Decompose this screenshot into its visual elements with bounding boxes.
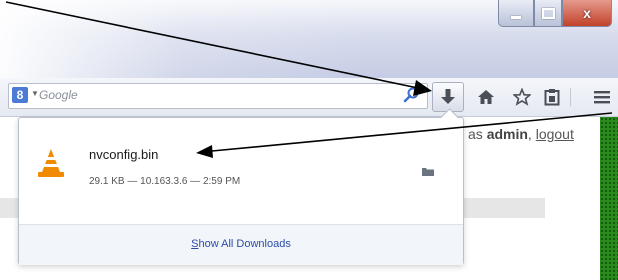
maximize-button[interactable] [534, 0, 562, 27]
hamburger-menu-icon [594, 91, 610, 104]
maximize-icon [541, 7, 555, 19]
page-green-strip [600, 117, 618, 280]
login-separator: , [527, 126, 536, 142]
close-icon: x [583, 5, 591, 21]
show-all-label: how All Downloads [198, 238, 291, 250]
search-go-icon[interactable] [403, 86, 421, 104]
vlc-file-icon [38, 149, 64, 177]
logout-link[interactable]: logout [536, 126, 574, 142]
chevron-down-icon[interactable]: ▼ [31, 89, 39, 98]
show-all-access-key: S [191, 238, 199, 250]
clipboard-icon [544, 89, 560, 106]
search-engine-icon[interactable]: 8 [12, 87, 28, 103]
folder-icon[interactable] [421, 166, 435, 177]
clipboard-button[interactable] [540, 86, 564, 108]
download-file-name: nvconfig.bin [89, 147, 159, 162]
minimize-icon [511, 15, 521, 19]
download-file-meta: 29.1 KB — 10.163.3.6 — 2:59 PM [89, 176, 241, 187]
star-icon [513, 88, 531, 106]
close-button[interactable]: x [562, 0, 612, 27]
window-titlebar: x [0, 0, 618, 78]
login-user: admin [486, 126, 528, 142]
downloads-button[interactable] [432, 82, 464, 112]
search-placeholder: Google [39, 88, 78, 102]
toolbar-separator [570, 88, 571, 106]
download-icon [441, 89, 455, 104]
download-item[interactable]: nvconfig.bin 29.1 KB — 10.163.3.6 — 2:59… [19, 118, 463, 208]
login-prefix: as [468, 126, 487, 142]
show-all-downloads-link[interactable]: Show All Downloads [19, 238, 463, 250]
downloads-panel: nvconfig.bin 29.1 KB — 10.163.3.6 — 2:59… [18, 108, 464, 265]
downloads-footer: Show All Downloads [19, 224, 463, 265]
bookmark-button[interactable] [510, 86, 534, 108]
minimize-button[interactable] [498, 0, 534, 27]
login-status: as admin, logout [468, 126, 574, 142]
search-input[interactable]: 8 ▼ Google [8, 83, 428, 109]
home-button[interactable] [474, 86, 498, 108]
browser-toolbar: 8 ▼ Google [0, 78, 618, 117]
menu-button[interactable] [590, 86, 614, 108]
home-icon [478, 90, 494, 104]
window-controls: x [498, 0, 612, 30]
